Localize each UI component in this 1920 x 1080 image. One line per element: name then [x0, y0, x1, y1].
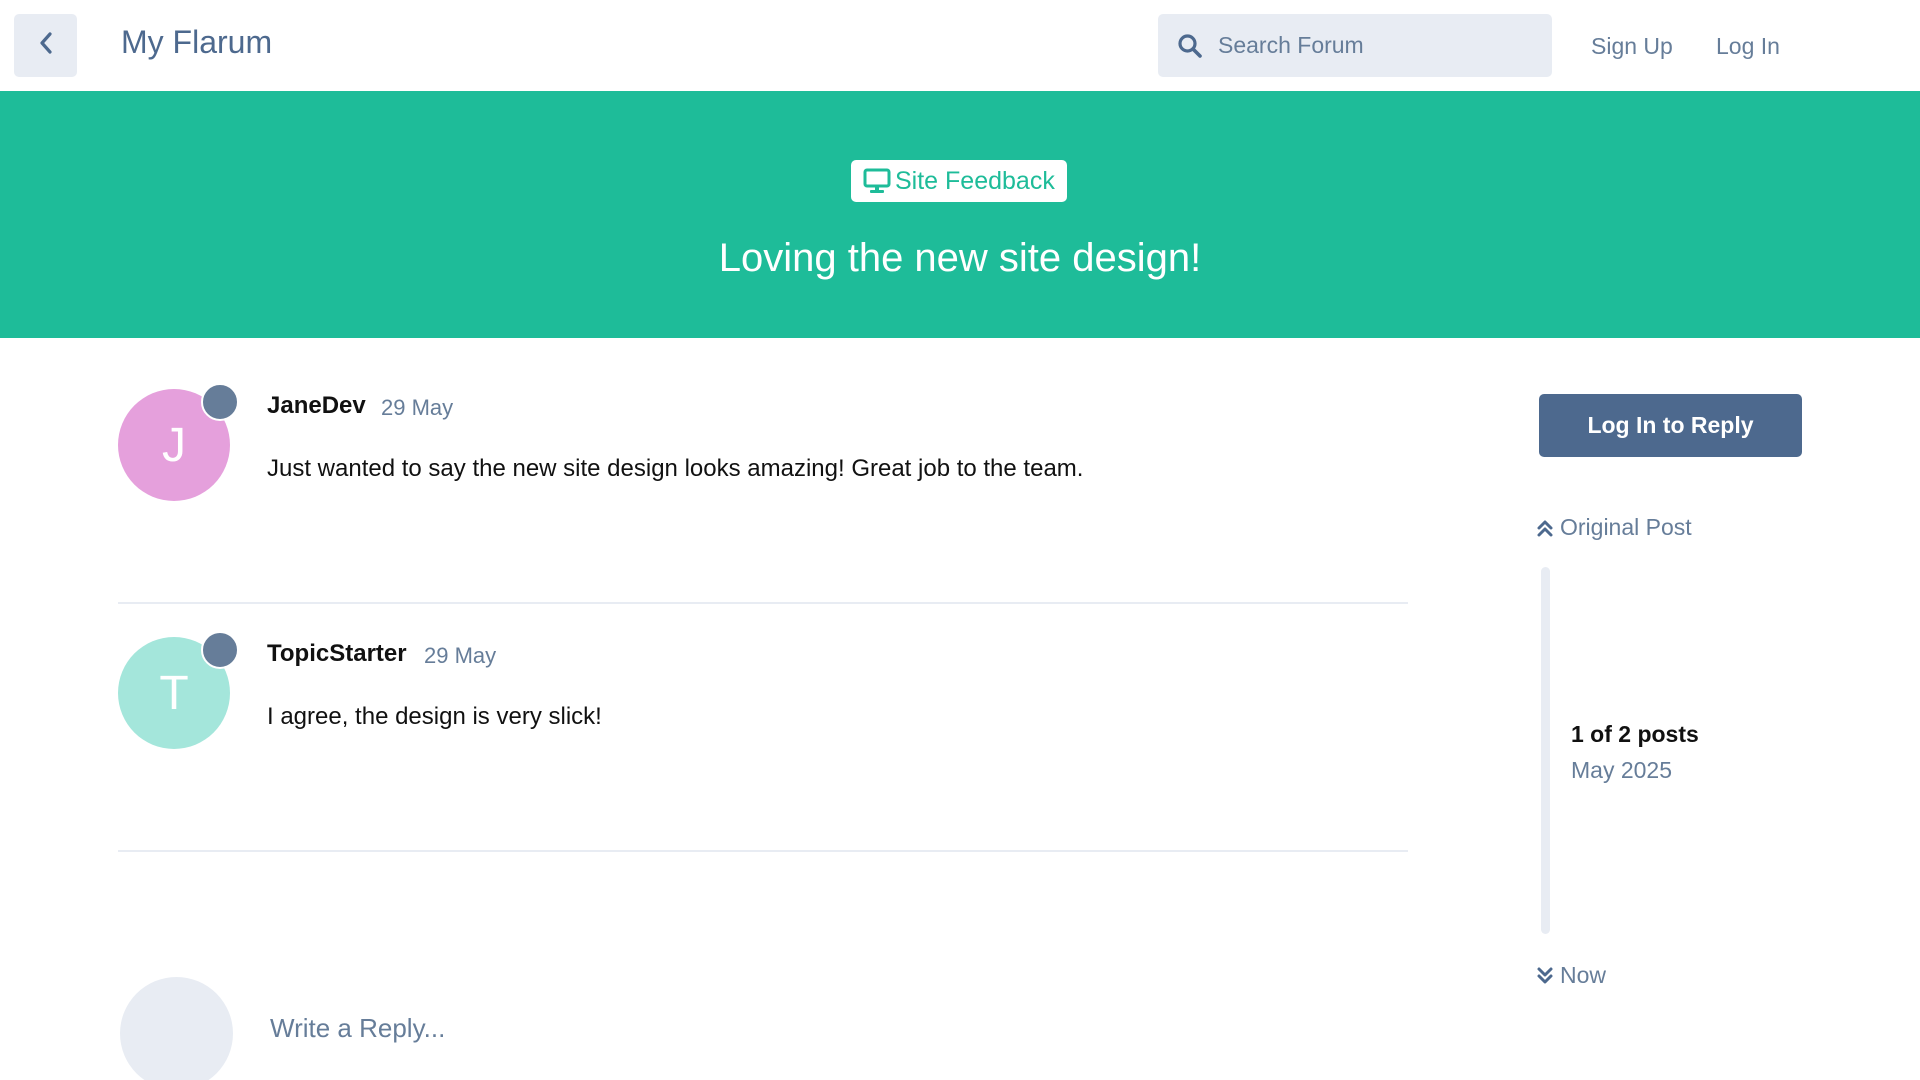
header: My Flarum Sign Up Log In — [0, 0, 1920, 91]
post-body: I agree, the design is very slick! — [267, 703, 602, 730]
write-reply-input[interactable]: Write a Reply... — [270, 1013, 445, 1044]
log-in-link[interactable]: Log In — [1716, 33, 1780, 60]
post-author[interactable]: JaneDev — [267, 392, 366, 420]
post-divider — [118, 602, 1408, 604]
now-link[interactable]: Now — [1536, 962, 1606, 989]
scrubber-position: 1 of 2 posts — [1571, 721, 1699, 747]
avatar-letter: T — [159, 666, 189, 720]
tag-site-feedback[interactable]: Site Feedback — [851, 160, 1067, 202]
discussion-hero: Site Feedback Loving the new site design… — [0, 91, 1920, 338]
scrubber-track[interactable] — [1541, 567, 1550, 934]
log-in-to-reply-button[interactable]: Log In to Reply — [1539, 394, 1802, 457]
reply-avatar — [120, 977, 233, 1080]
double-chevron-down-icon — [1536, 965, 1556, 987]
search-icon — [1176, 32, 1204, 60]
original-post-label: Original Post — [1560, 514, 1692, 540]
post-divider — [118, 850, 1408, 852]
user-badge — [201, 631, 239, 669]
sign-up-link[interactable]: Sign Up — [1591, 33, 1673, 60]
double-chevron-up-icon — [1536, 517, 1556, 539]
chevron-left-icon — [38, 31, 54, 60]
search-box[interactable] — [1158, 14, 1552, 77]
post-author[interactable]: TopicStarter — [267, 640, 407, 668]
post-body: Just wanted to say the new site design l… — [267, 455, 1084, 482]
site-title[interactable]: My Flarum — [121, 24, 272, 61]
tag-label: Site Feedback — [895, 166, 1055, 195]
back-button[interactable] — [14, 14, 77, 77]
search-input[interactable] — [1218, 32, 1538, 59]
original-post-link[interactable]: Original Post — [1536, 514, 1692, 541]
desktop-icon — [863, 167, 893, 195]
discussion-title: Loving the new site design! — [718, 236, 1202, 280]
user-badge — [201, 383, 239, 421]
now-label: Now — [1560, 962, 1607, 988]
avatar-letter: J — [162, 418, 186, 472]
post-date[interactable]: 29 May — [381, 395, 453, 421]
post-date[interactable]: 29 May — [424, 643, 496, 669]
scrubber-date: May 2025 — [1571, 757, 1673, 783]
